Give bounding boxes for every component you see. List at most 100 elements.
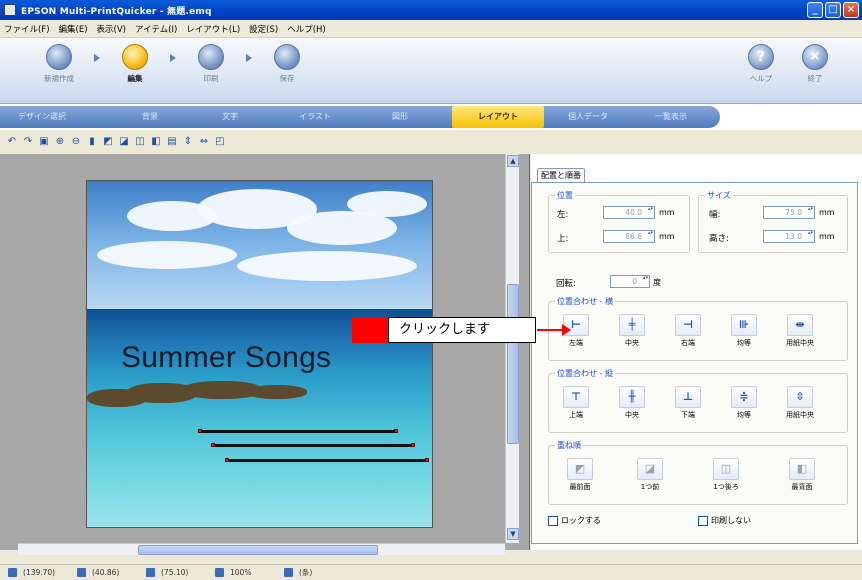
rotation-label: 回転: — [556, 279, 576, 289]
vertical-scrollbar[interactable]: ▲ ▼ — [505, 154, 519, 543]
selection-handle[interactable] — [411, 443, 415, 447]
step-new-label: 新規作成 — [44, 74, 74, 83]
align-hcenter-button[interactable]: ╪ 中央 — [615, 314, 649, 348]
rotation-unit: 度 — [653, 278, 661, 287]
menu-layout[interactable]: レイアウト(L) — [186, 23, 240, 35]
properties-icon[interactable]: ◰ — [214, 136, 226, 148]
fit-icon[interactable]: ▮ — [86, 136, 98, 148]
send-to-back-label: 最背面 — [791, 483, 813, 491]
tab-design[interactable]: デザイン選択 — [10, 106, 74, 128]
cursor-position-icon — [8, 568, 17, 577]
scroll-down-icon[interactable]: ▼ — [507, 528, 519, 540]
help-button[interactable]: ? ヘルプ — [738, 44, 784, 84]
tab-text[interactable]: 文字 — [210, 106, 250, 128]
tab-personal-data[interactable]: 個人データ — [560, 106, 616, 128]
left-input[interactable]: 40.0 — [603, 206, 655, 219]
step-save[interactable]: 保存 — [264, 44, 310, 84]
flip-horizontal-icon[interactable]: ⇔ — [198, 136, 210, 148]
close-button[interactable]: × — [843, 2, 859, 18]
tab-layout[interactable]: レイアウト — [452, 106, 544, 128]
minimize-button[interactable]: _ — [807, 2, 823, 18]
no-print-checkbox[interactable]: 印刷しない — [698, 515, 751, 526]
status-zoom: 100% — [230, 568, 252, 577]
selection-handle[interactable] — [211, 443, 215, 447]
back-icon[interactable]: ◧ — [150, 136, 162, 148]
step-edit[interactable]: 編集 — [112, 44, 158, 84]
step-print[interactable]: 印刷 — [188, 44, 234, 84]
new-icon — [46, 44, 72, 70]
tab-illustration[interactable]: イラスト — [290, 106, 340, 128]
height-input[interactable]: 13.0 — [763, 230, 815, 243]
paste-icon[interactable]: ▣ — [38, 136, 50, 148]
text-line[interactable] — [200, 430, 396, 433]
width-input[interactable]: 75.0 — [763, 206, 815, 219]
menu-file[interactable]: ファイル(F) — [4, 23, 50, 35]
bring-to-front-button[interactable]: ◩ 最前面 — [563, 458, 597, 492]
zoom-in-icon[interactable]: ⊕ — [54, 136, 66, 148]
tab-background[interactable]: 背景 — [130, 106, 170, 128]
no-print-checkbox-box[interactable] — [698, 515, 708, 526]
object-size-icon — [146, 568, 155, 577]
horizontal-scrollbar[interactable] — [18, 543, 505, 555]
page-center-horizontal-button[interactable]: ⇹ 用紙中央 — [783, 314, 817, 348]
cloud — [97, 241, 237, 269]
menu-view[interactable]: 表示(V) — [97, 23, 126, 35]
status-bar: (139.70) (40.86) (75.10) 100% (条) — [0, 564, 862, 580]
group-icon[interactable]: ▤ — [166, 136, 178, 148]
align-right-button[interactable]: ⊣ 右端 — [671, 314, 705, 348]
send-to-back-button[interactable]: ◧ 最背面 — [785, 458, 819, 492]
align-hcenter-label: 中央 — [625, 339, 639, 347]
edit-icon — [122, 44, 148, 70]
tab-arrange-order[interactable]: 配置と順番 — [537, 168, 585, 183]
label-page[interactable]: Summer Songs — [86, 180, 433, 528]
step-arrow-icon — [246, 54, 252, 62]
step-arrow-icon — [170, 54, 176, 62]
selection-handle[interactable] — [198, 429, 202, 433]
horizontal-scroll-thumb[interactable] — [138, 545, 378, 555]
forward-icon[interactable]: ◪ — [118, 136, 130, 148]
selection-handle[interactable] — [225, 458, 229, 462]
tab-list-view[interactable]: 一覧表示 — [646, 106, 696, 128]
tab-shape[interactable]: 図形 — [380, 106, 420, 128]
distribute-horizontal-button[interactable]: ⊪ 均等 — [727, 314, 761, 348]
page-center-vertical-button[interactable]: ⇳ 用紙中央 — [783, 386, 817, 420]
scroll-up-icon[interactable]: ▲ — [507, 155, 519, 167]
front-icon[interactable]: ◩ — [102, 136, 114, 148]
text-line[interactable] — [213, 444, 413, 447]
lock-label: ロックする — [561, 516, 601, 525]
text-line[interactable] — [227, 459, 427, 462]
menu-settings[interactable]: 設定(S) — [249, 23, 278, 35]
title-bar: EPSON Multi-PrintQuicker - 無題.emq _ □ × — [0, 0, 862, 20]
redo-icon[interactable]: ↷ — [22, 136, 34, 148]
lock-checkbox-box[interactable] — [548, 515, 558, 526]
zoom-out-icon[interactable]: ⊖ — [70, 136, 82, 148]
align-vcenter-label: 中央 — [625, 411, 639, 419]
top-input[interactable]: 86.6 — [603, 230, 655, 243]
zoom-icon — [215, 568, 224, 577]
menu-help[interactable]: ヘルプ(H) — [287, 23, 326, 35]
page-center-vertical-icon: ⇳ — [787, 386, 813, 408]
lock-checkbox[interactable]: ロックする — [548, 515, 601, 526]
step-new[interactable]: 新規作成 — [36, 44, 82, 84]
align-vcenter-button[interactable]: ╫ 中央 — [615, 386, 649, 420]
rotation-input[interactable]: 0 — [610, 275, 650, 288]
bring-forward-button[interactable]: ◪ 1つ前 — [633, 458, 667, 492]
step-toolbar: 新規作成 編集 印刷 保存 ? ヘルプ × 終了 — [0, 38, 862, 104]
menu-edit[interactable]: 編集(E) — [59, 23, 88, 35]
selection-handle[interactable] — [394, 429, 398, 433]
backward-icon[interactable]: ◫ — [134, 136, 146, 148]
flip-vertical-icon[interactable]: ⇕ — [182, 136, 194, 148]
maximize-button[interactable]: □ — [825, 2, 841, 18]
menu-item[interactable]: アイテム(I) — [135, 23, 177, 35]
quit-button[interactable]: × 終了 — [792, 44, 838, 84]
distribute-vertical-button[interactable]: ≑ 均等 — [727, 386, 761, 420]
page-center-vertical-label: 用紙中央 — [786, 411, 814, 419]
status-cursor: (139.70) — [23, 568, 56, 577]
selection-handle[interactable] — [425, 458, 429, 462]
canvas-title-text[interactable]: Summer Songs — [121, 341, 331, 375]
send-backward-button[interactable]: ◫ 1つ後ろ — [709, 458, 743, 492]
align-top-button[interactable]: ⊤ 上端 — [559, 386, 593, 420]
align-bottom-button[interactable]: ⊥ 下端 — [671, 386, 705, 420]
undo-icon[interactable]: ↶ — [6, 136, 18, 148]
vertical-scroll-thumb[interactable] — [507, 284, 519, 444]
